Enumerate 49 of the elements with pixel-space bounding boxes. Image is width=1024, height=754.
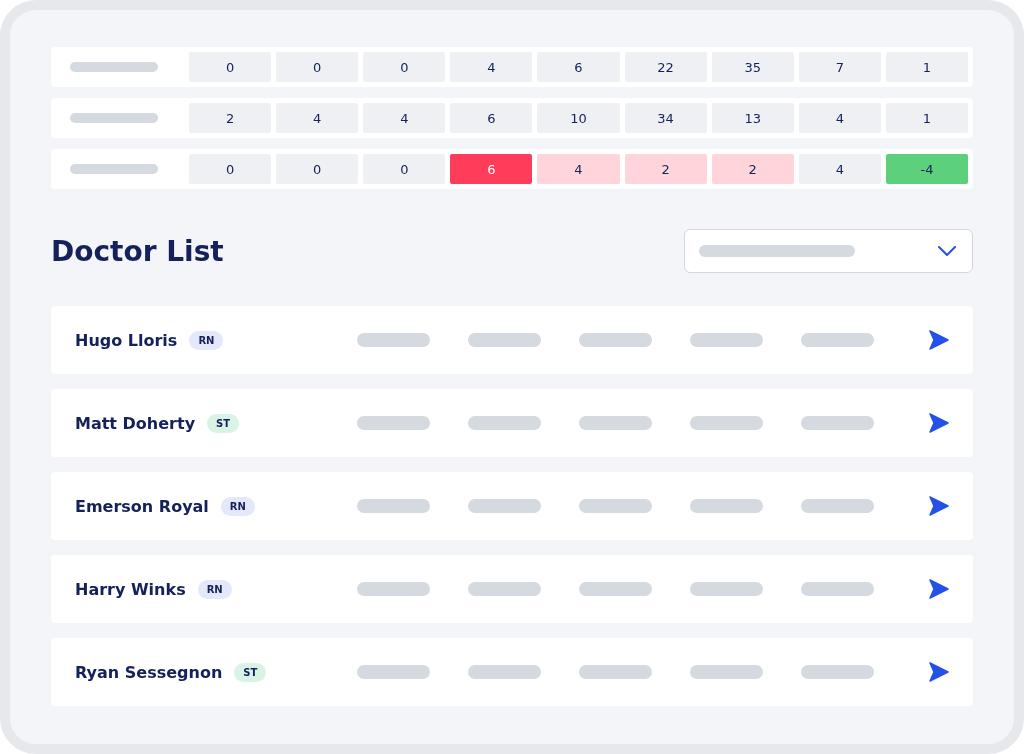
table-cell: 1 [885, 103, 968, 133]
table-cell: 4 [276, 103, 359, 133]
role-badge: ST [234, 662, 267, 682]
doctor-name: Emerson Royal [75, 496, 209, 516]
role-badge: RN [220, 496, 255, 516]
table-cell: 4 [537, 154, 620, 184]
role-badge: ST [207, 413, 240, 433]
table-cell: -4 [885, 154, 968, 184]
table-cell: 4 [798, 103, 881, 133]
table-cell: 35 [711, 52, 794, 82]
table-cell: 2 [189, 103, 272, 133]
send-icon[interactable] [929, 496, 949, 516]
table-cell: 6 [450, 103, 533, 133]
table-cell: 0 [363, 154, 446, 184]
table-cell: 2 [624, 154, 707, 184]
doctor-name: Ryan Sessegnon [75, 662, 223, 682]
doctor-name: Hugo Lloris [75, 330, 178, 350]
table-cell: 4 [363, 103, 446, 133]
table-cell: 0 [363, 52, 446, 82]
doctor-row[interactable]: Ryan Sessegnon ST [51, 638, 973, 706]
table-cell: 4 [450, 52, 533, 82]
role-badge: RN [189, 330, 224, 350]
table-cell: 13 [711, 103, 794, 133]
doctor-row[interactable]: Matt Doherty ST [51, 389, 973, 457]
chevron-down-icon [938, 246, 956, 256]
table-cell: 0 [189, 52, 272, 82]
table-cell: 4 [798, 154, 881, 184]
table-cell: 6 [537, 52, 620, 82]
doctor-row[interactable]: Hugo Lloris RN [51, 306, 973, 374]
table-cell: 34 [624, 103, 707, 133]
section-title: Doctor List [51, 234, 224, 268]
send-icon[interactable] [929, 662, 949, 682]
table-cell: 2 [711, 154, 794, 184]
table-cell: 6 [450, 154, 533, 184]
send-icon[interactable] [929, 413, 949, 433]
table-cell: 0 [276, 154, 359, 184]
role-badge: RN [197, 579, 232, 599]
table-cell: 0 [276, 52, 359, 82]
doctor-name: Harry Winks [75, 579, 186, 599]
table-cell: 10 [537, 103, 620, 133]
doctor-name: Matt Doherty [75, 413, 196, 433]
table-cell: 1 [885, 52, 968, 82]
table-cell: 0 [189, 154, 272, 184]
send-icon[interactable] [929, 579, 949, 599]
doctor-row[interactable]: Emerson Royal RN [51, 472, 973, 540]
table-cell: 7 [798, 52, 881, 82]
table-cell: 22 [624, 52, 707, 82]
send-icon[interactable] [929, 330, 949, 350]
doctor-row[interactable]: Harry Winks RN [51, 555, 973, 623]
